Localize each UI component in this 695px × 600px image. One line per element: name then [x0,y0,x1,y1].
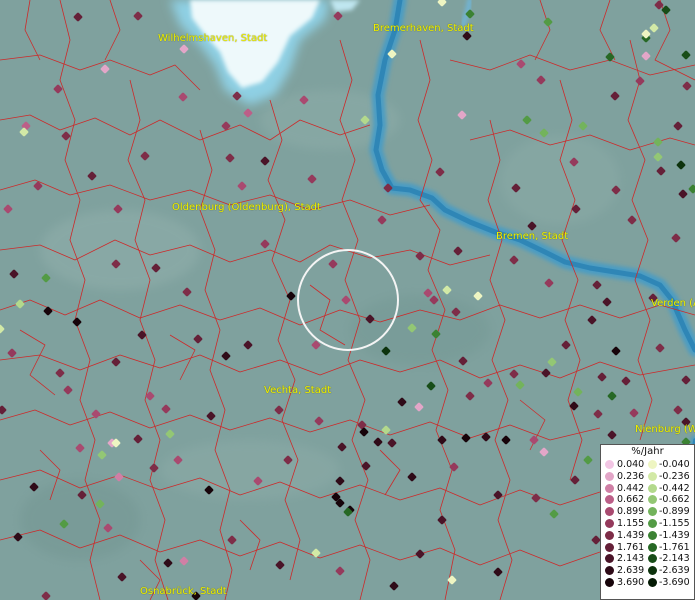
legend-swatch-positive [605,577,614,587]
legend-row: 1.155 -1.155 [601,518,694,530]
legend-value-positive: 0.040 [617,459,645,470]
legend-value-negative: -0.236 [659,470,690,482]
legend-value-positive: 0.899 [617,506,645,518]
legend-swatch-negative [648,507,657,517]
legend-row: 0.040 -0.040 [601,459,694,471]
legend-value-negative: -1.155 [659,517,690,529]
legend-value-negative: -0.442 [659,482,690,494]
legend-value-positive: 1.439 [617,529,645,541]
legend-swatch-positive [605,495,614,505]
legend-value-positive: 2.639 [617,565,645,577]
legend-swatch-positive [605,566,614,576]
legend-value-negative: -1.439 [659,529,690,541]
legend-row: 0.662 -0.662 [601,494,694,506]
legend-row: 3.690 -3.690 [601,577,694,589]
legend-value-negative: -0.662 [659,494,690,506]
legend-swatch-negative [648,460,657,469]
city-label-oldenburg: Oldenburg (Oldenburg), Stadt [172,202,321,213]
legend-rows: 0.040 -0.040 0.236 -0.236 0.442 -0.442 0.662 -0… [601,459,694,589]
map-canvas[interactable] [0,0,695,600]
legend-value-negative: -0.899 [659,506,690,518]
legend-swatch-negative [648,518,657,528]
legend-swatch-positive [605,471,614,481]
legend-swatch-positive [605,507,614,517]
legend-row: 2.143 -2.143 [601,553,694,565]
legend-value-negative: -1.761 [659,541,690,553]
legend-value-positive: 0.662 [617,494,645,506]
legend-swatch-negative [648,554,657,564]
legend-swatch-positive [605,460,614,469]
legend-row: 0.442 -0.442 [601,483,694,495]
legend-swatch-negative [648,566,657,576]
city-label-verden: Verden (A [651,298,695,309]
legend-title: %/Jahr [631,446,664,457]
city-label-vechta: Vechta, Stadt [264,385,332,396]
legend-swatch-positive [605,530,614,540]
legend-value-positive: 3.690 [617,576,645,588]
legend-panel: %/Jahr 0.040 -0.040 0.236 -0.236 0.442 -0.442… [600,444,695,600]
legend-row: 1.439 -1.439 [601,530,694,542]
legend-swatch-negative [648,542,657,552]
legend-value-negative: -3.690 [659,576,690,588]
legend-swatch-negative [648,577,657,587]
legend-swatch-positive [605,542,614,552]
city-label-wilhelmshaven: Wilhelmshaven, Stadt [158,33,268,44]
legend-value-positive: 1.155 [617,517,645,529]
legend-value-positive: 2.143 [617,553,645,565]
legend-row: 1.761 -1.761 [601,542,694,554]
legend-swatch-negative [648,483,657,493]
legend-swatch-positive [605,554,614,564]
city-label-nienburg: Nienburg (W [635,424,695,435]
city-label-bremen: Bremen, Stadt [496,231,569,242]
legend-value-positive: 1.761 [617,541,645,553]
legend-swatch-positive [605,483,614,493]
legend-value-negative: -2.143 [659,553,690,565]
city-label-bremerhaven: Bremerhaven, Stadt [373,23,474,34]
legend-value-negative: -0.040 [659,459,690,470]
legend-value-positive: 0.236 [617,470,645,482]
legend-row: 2.639 -2.639 [601,565,694,577]
legend-swatch-negative [648,471,657,481]
legend-row: 0.899 -0.899 [601,506,694,518]
legend-swatch-negative [648,530,657,540]
city-label-osnabrueck: Osnabrück, Stadt [140,586,227,597]
legend-value-negative: -2.639 [659,565,690,577]
legend-swatch-negative [648,495,657,505]
legend-row: 0.236 -0.236 [601,471,694,483]
legend-swatch-positive [605,518,614,528]
legend-value-positive: 0.442 [617,482,645,494]
